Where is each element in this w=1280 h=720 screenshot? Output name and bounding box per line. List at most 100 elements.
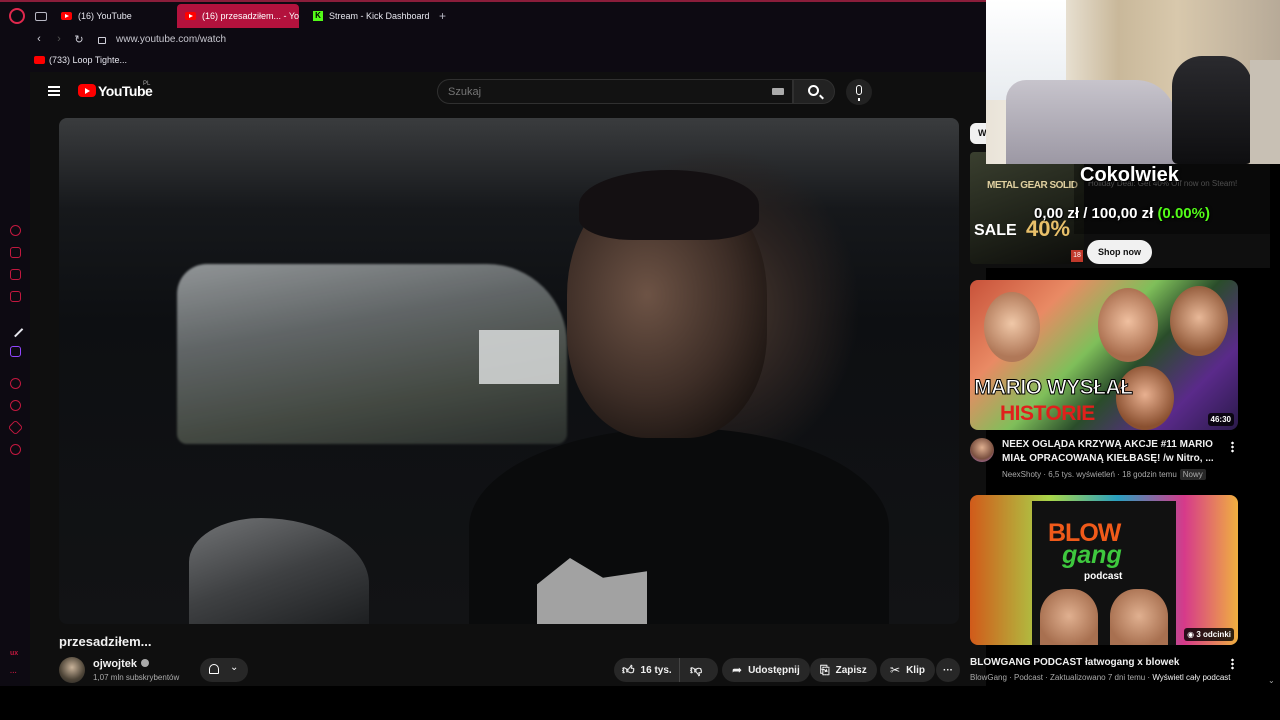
share-arrow-icon: ➦ [732,663,743,677]
thumb-face [1098,288,1158,362]
twitch-icon[interactable] [10,346,21,357]
save-label: Zapisz [835,664,867,676]
url-field[interactable]: www.youtube.com/watch [116,34,226,45]
lock-icon [98,36,106,44]
recommendation-title[interactable]: NEEX OGLĄDA KRZYWĄ AKCJE #11 MARIO MIAŁ … [1002,438,1222,466]
more-options-icon[interactable]: ··· [10,670,17,677]
search-box[interactable] [437,79,793,104]
stream-goal-title: Cokolwiek [1080,164,1179,186]
thumb-face [1170,286,1228,356]
notification-bell-button[interactable]: ⌄ [200,658,248,682]
thumbs-up-icon: 👍︎ [622,663,635,677]
crypto-wallet-icon[interactable] [10,247,21,258]
player-icon[interactable] [10,291,21,302]
video-frame-legs [189,518,369,624]
share-button[interactable]: ➦ Udostępnij [722,658,810,682]
goal-separator: / [1079,205,1092,222]
new-tab-icon[interactable]: + [439,9,446,23]
tab-youtube-video[interactable]: (16) przesadziłem... - You [177,4,299,28]
opera-logo-icon[interactable] [9,8,25,24]
podcast-art: BLOW gang podcast [1032,501,1176,645]
bookmark-icon: ⎘ [820,663,830,677]
video-frame-sticker [479,330,559,384]
webcam-overlay [986,0,1280,164]
stream-goal-amount: 0,00 zł / 100,00 zł (0.00%) [1034,205,1210,222]
bell-icon [209,664,219,674]
recommendation-meta: BlowGang · Podcast · Zaktualizowano 7 dn… [970,673,1231,682]
thumb-face [1110,589,1168,645]
podcast-art-text: podcast [1084,571,1123,582]
share-label: Udostępnij [748,664,800,676]
more-actions-button[interactable]: ··· [936,658,960,682]
vpn-icon[interactable] [7,321,24,338]
ux-label[interactable]: ux [10,650,18,657]
dislike-button[interactable]: 👎︎ [680,664,708,677]
video-title: przesadziłem... [59,634,152,649]
recommendation-meta: NeexShoty · 6,5 tys. wyświetleń · 18 god… [1002,469,1206,480]
browser-tab-bar: (16) YouTube (16) przesadziłem... - You … [0,0,986,30]
video-duration: 46:30 [1207,413,1234,426]
tab-kick-dashboard[interactable]: K Stream - Kick Dashboard [305,4,433,28]
chevron-down-icon: ⌄ [230,662,239,673]
view-full-podcast-link[interactable]: Wyświetl cały podcast [1152,673,1230,682]
like-button[interactable]: 👍︎ 16 tys. [614,658,680,682]
hamburger-menu-icon[interactable] [48,86,60,96]
search-icon [808,85,819,96]
episodes-count: 3 odcinki [1196,630,1231,639]
thumbs-down-icon: 👎︎ [690,662,703,677]
os-taskbar [0,686,1280,720]
kebab-menu-icon[interactable] [1231,441,1234,453]
recommendation-thumbnail[interactable]: BLOW gang podcast ◉ 3 odcinki [970,495,1238,645]
podcast-art-text: gang [1062,541,1122,569]
voice-search-button[interactable] [846,79,872,105]
shop-now-button[interactable]: Shop now [1087,240,1152,264]
microphone-icon [856,85,862,101]
keyboard-icon[interactable] [772,88,784,95]
search-button[interactable] [793,79,835,104]
youtube-page: YouTube PL przesadziłem... ojwojtek 1,07… [30,72,986,686]
youtube-logo-icon[interactable] [78,84,96,97]
search-input[interactable] [448,85,748,98]
video-player[interactable] [59,118,959,624]
scissors-icon: ✂ [890,663,901,677]
aria-icon[interactable] [10,225,21,236]
messenger-icon[interactable] [10,269,21,280]
age-rating-badge: 18 [1071,250,1083,262]
channel-avatar[interactable] [970,438,994,462]
like-count: 16 tys. [640,664,672,676]
channel-name[interactable]: ojwojtek [93,658,150,670]
back-icon[interactable]: ‹ [32,33,46,45]
bookmark-item[interactable]: (733) Loop Tighte... [49,55,127,65]
channel-name-text[interactable]: ojwojtek [93,658,137,670]
youtube-header: YouTube PL [30,72,986,112]
workspaces-icon[interactable] [35,11,47,21]
tab-label: (16) przesadziłem... - You [202,11,299,21]
settings-gear-icon[interactable] [10,444,21,455]
channel-avatar[interactable] [59,657,85,683]
kebab-menu-icon[interactable] [1231,658,1234,670]
thumb-face [1040,589,1098,645]
extensions-icon[interactable] [7,419,24,436]
tab-label: (16) YouTube [78,11,132,21]
play-circle-icon[interactable] [10,378,21,389]
video-frame-body [469,428,889,624]
youtube-favicon-icon [185,12,196,20]
verified-icon [141,659,150,667]
tab-label: Stream - Kick Dashboard [329,11,430,21]
recommendation-thumbnail[interactable]: MARIO WYSŁAŁ HISTORIE 46:30 [970,280,1238,430]
recommendation-views: 6,5 tys. wyświetleń [1048,470,1115,479]
recommendation-channel[interactable]: NeexShoty [1002,470,1041,479]
scroll-down-icon[interactable]: ⌄ [1268,676,1275,685]
clip-button[interactable]: ✂ Klip [880,658,935,682]
reload-icon[interactable]: ↻ [72,33,86,46]
recommendation-age: 18 godzin temu [1122,470,1177,479]
thumb-face [984,292,1040,362]
thumb-overlay-text: HISTORIE [1000,402,1095,425]
save-button[interactable]: ⎘ Zapisz [810,658,877,682]
webcam-bed [1006,80,1176,164]
ad-thumb-sale: SALE [974,222,1017,239]
tab-youtube-home[interactable]: (16) YouTube [53,4,171,28]
recommendation-title[interactable]: BLOWGANG PODCAST łatwogang x blowek [970,656,1220,670]
forward-icon[interactable]: › [52,33,66,45]
history-icon[interactable] [10,400,21,411]
